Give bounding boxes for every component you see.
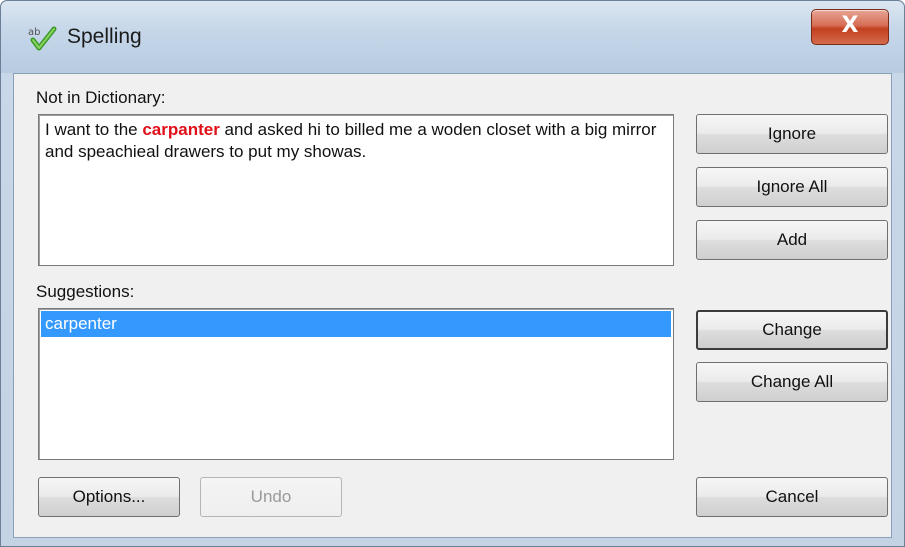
title-bar[interactable]: ab Spelling X (1, 1, 904, 73)
suggestions-label: Suggestions: (36, 282, 135, 301)
dialog-body: Not in Dictionary: I want to the carpant… (13, 73, 892, 538)
cancel-button[interactable]: Cancel (696, 477, 888, 517)
sentence-text-before: I want to the (45, 120, 143, 139)
ignore-button[interactable]: Ignore (696, 114, 888, 154)
spelling-dialog: ab Spelling X Not in Dictionary: I want … (0, 0, 905, 547)
not-in-dictionary-textbox[interactable]: I want to the carpanter and asked hi to … (38, 114, 674, 266)
change-all-button[interactable]: Change All (696, 362, 888, 402)
window-title: Spelling (67, 25, 142, 48)
close-icon: X (841, 13, 859, 38)
close-button[interactable]: X (811, 9, 889, 45)
options-button[interactable]: Options... (38, 477, 180, 517)
svg-text:ab: ab (28, 27, 40, 38)
ignore-all-button[interactable]: Ignore All (696, 167, 888, 207)
misspelled-word: carpanter (142, 120, 220, 139)
add-button[interactable]: Add (696, 220, 888, 260)
spelling-check-icon: ab (27, 23, 57, 53)
suggestions-list[interactable]: carpenter (38, 308, 674, 460)
change-button[interactable]: Change (696, 310, 888, 350)
undo-button: Undo (200, 477, 342, 517)
not-in-dictionary-label: Not in Dictionary: (36, 88, 166, 107)
suggestion-item[interactable]: carpenter (41, 311, 671, 337)
